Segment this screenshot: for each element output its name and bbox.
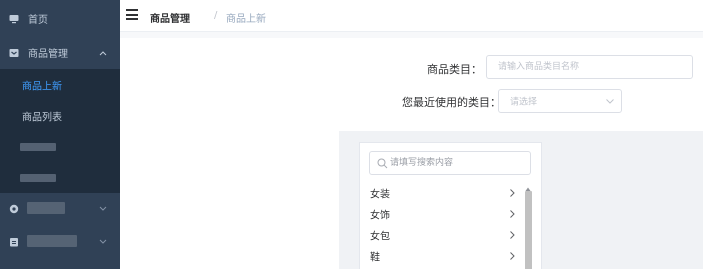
sidebar-item-label: 商品上新 [22, 81, 62, 92]
category-search[interactable] [369, 151, 531, 175]
sidebar-item-redacted[interactable] [0, 131, 120, 162]
sidebar-item-product-list[interactable]: 商品列表 [0, 100, 120, 131]
recent-category-label: 您最近使用的类目： [402, 96, 501, 109]
sidebar-item-product-management[interactable]: 商品管理 [0, 40, 120, 65]
category-item-label: 女装 [370, 189, 390, 200]
sidebar: 首页 商品管理 商品上新 商品列表 [0, 0, 120, 269]
category-label: 商品类目： [427, 63, 482, 76]
breadcrumb-separator: / [214, 10, 218, 21]
content-top-strip [120, 32, 703, 38]
category-item[interactable]: 女包 [360, 224, 522, 245]
category-item-label: 鞋 [370, 252, 380, 263]
sidebar-item-redacted-group[interactable] [0, 229, 120, 254]
redacted-label [20, 143, 56, 151]
search-icon [377, 158, 388, 169]
sidebar-item-new-product[interactable]: 商品上新 [0, 69, 120, 100]
top-header: 商品管理 / 商品上新 [120, 0, 703, 32]
scroll-up-arrow-icon[interactable] [525, 182, 531, 191]
category-search-input[interactable] [390, 154, 526, 172]
sidebar-item-label: 商品列表 [22, 112, 62, 123]
chevron-right-icon [508, 230, 516, 240]
recent-category-select[interactable]: 请选择 [498, 89, 622, 113]
category-item-label: 女饰 [370, 210, 390, 221]
chevron-down-icon [98, 237, 108, 247]
select-placeholder: 请选择 [510, 97, 538, 108]
chevron-right-icon [508, 251, 516, 261]
category-item-label: 女包 [370, 231, 390, 242]
sidebar-item-redacted-group[interactable] [0, 196, 120, 221]
chevron-up-icon [98, 48, 108, 58]
sidebar-item-redacted[interactable] [0, 162, 120, 193]
breadcrumb-item-product-management[interactable]: 商品管理 [150, 10, 190, 25]
sidebar-item-label: 首页 [28, 15, 48, 26]
box-icon [9, 48, 19, 58]
category-item[interactable]: 女饰 [360, 203, 522, 224]
scrollbar-thumb[interactable] [525, 191, 532, 269]
sidebar-item-home[interactable]: 首页 [0, 6, 120, 31]
chevron-down-icon [605, 96, 615, 106]
category-picker-panel: 女装 女饰 女包 鞋 [339, 131, 703, 269]
chevron-right-icon [508, 209, 516, 219]
submenu-product-management: 商品上新 商品列表 [0, 69, 120, 193]
category-item[interactable]: 女装 [360, 182, 522, 203]
settings-icon [9, 204, 19, 214]
category-item[interactable]: 鞋 [360, 245, 522, 266]
redacted-label [20, 174, 56, 182]
sidebar-item-label: 商品管理 [28, 49, 68, 60]
chevron-right-icon [508, 188, 516, 198]
redacted-label [27, 202, 65, 214]
category-scrollbar[interactable] [524, 182, 532, 269]
chevron-down-icon [98, 204, 108, 214]
breadcrumb-item-current: 商品上新 [226, 14, 266, 25]
category-list-box: 女装 女饰 女包 鞋 [359, 142, 542, 269]
redacted-label [27, 235, 77, 247]
hamburger-menu-icon[interactable] [126, 9, 138, 20]
main-content: 商品类目： 您最近使用的类目： 请选择 女装 女饰 女包 [120, 32, 703, 269]
clipboard-icon [9, 237, 19, 247]
category-input[interactable] [486, 55, 693, 79]
monitor-icon [9, 14, 19, 24]
